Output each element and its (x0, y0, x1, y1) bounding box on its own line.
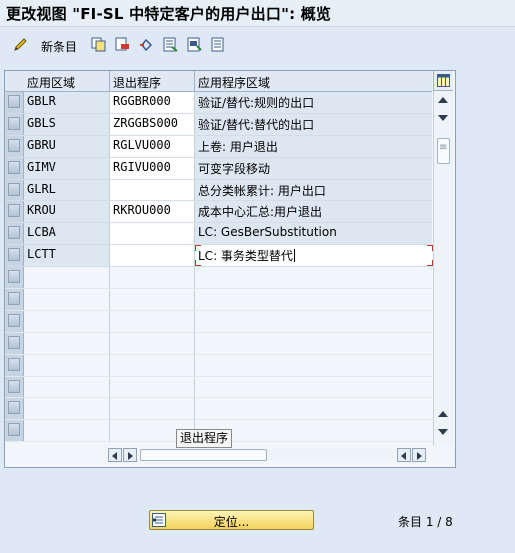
horizontal-scroll-thumb[interactable] (140, 449, 267, 461)
entry-count: 条目 1 / 8 (398, 515, 453, 529)
horizontal-scroll-track[interactable] (140, 449, 394, 461)
select-block-icon[interactable] (187, 37, 202, 52)
scroll-left-icon (112, 452, 117, 460)
exit-program-input[interactable] (110, 245, 195, 267)
row-selector-header[interactable] (5, 71, 25, 92)
title-bar: 更改视图 "FI-SL 中特定客户的用户出口": 概览 (0, 0, 515, 27)
column-header-application-area[interactable]: 应用区域 (24, 71, 110, 92)
table-row[interactable]: GBLS ZRGGBS000 验证/替代:替代的出口 (5, 113, 432, 136)
edit-display-toggle-icon[interactable] (13, 37, 28, 52)
table-control: 应用区域 退出程序 应用程序区域 GBLR RGGBR000 验证/替代:规则的… (4, 70, 456, 468)
horizontal-scrollbar[interactable] (108, 448, 426, 463)
empty-table-row[interactable] (5, 376, 432, 399)
text-cursor (293, 249, 295, 263)
application-area-cell: LCBA (24, 223, 110, 245)
empty-table-row[interactable] (5, 267, 432, 290)
scroll-up-icon[interactable] (438, 411, 448, 417)
row-selector[interactable] (5, 245, 24, 267)
exit-program-input[interactable]: RGLVU000 (110, 135, 195, 157)
table-row[interactable]: GBRU RGLVU000 上卷: 用户退出 (5, 135, 432, 158)
undo-icon[interactable] (139, 37, 154, 52)
description-cell-focused[interactable]: LC: 事务类型替代 (195, 245, 432, 267)
row-selector[interactable] (5, 201, 24, 223)
delete-icon[interactable] (115, 37, 130, 52)
row-selector[interactable] (5, 289, 24, 310)
application-area-cell: LCTT (24, 245, 110, 267)
table-row[interactable]: LCBA LC: GesBerSubstitution (5, 223, 432, 246)
table-row[interactable]: GIMV RGIVU000 可变字段移动 (5, 157, 432, 180)
vertical-scrollbar[interactable] (433, 91, 453, 445)
row-selector[interactable] (5, 223, 24, 245)
scroll-right-button[interactable] (123, 448, 137, 462)
description-cell: 总分类帐累计: 用户出口 (195, 179, 432, 201)
scroll-right-icon (417, 452, 422, 460)
vertical-scroll-thumb[interactable] (437, 138, 450, 164)
scroll-up-icon[interactable] (438, 97, 448, 103)
table-settings-icon (437, 74, 450, 87)
application-area-cell: GBLR (24, 92, 110, 113)
row-selector[interactable] (5, 354, 24, 376)
scroll-left-button[interactable] (108, 448, 122, 462)
row-selector[interactable] (5, 310, 24, 332)
empty-table-row[interactable] (5, 398, 432, 421)
focus-frame-corner (195, 260, 201, 267)
description-cell: 验证/替代:规则的出口 (195, 92, 432, 113)
exit-program-input[interactable]: RKROU000 (110, 201, 195, 223)
empty-table-row[interactable] (5, 332, 432, 355)
description-cell: LC: GesBerSubstitution (195, 223, 432, 245)
exit-program-input[interactable]: RGGBR000 (110, 92, 195, 113)
exit-program-input[interactable]: RGIVU000 (110, 157, 195, 179)
scroll-right-icon (128, 452, 133, 460)
table-settings-button[interactable] (433, 71, 453, 91)
row-selector[interactable] (5, 92, 24, 113)
empty-table-row[interactable] (5, 354, 432, 377)
row-selector[interactable] (5, 420, 24, 442)
description-cell: 验证/替代:替代的出口 (195, 113, 432, 135)
row-selector[interactable] (5, 267, 24, 289)
row-selector[interactable] (5, 179, 24, 201)
scroll-right-button[interactable] (412, 448, 426, 462)
scroll-left-icon (401, 452, 406, 460)
table-row[interactable]: GLRL 总分类帐累计: 用户出口 (5, 179, 432, 202)
exit-program-input[interactable] (110, 179, 195, 201)
application-area-cell: GBRU (24, 135, 110, 157)
column-tooltip: 退出程序 (176, 429, 233, 448)
row-selector[interactable] (5, 135, 24, 157)
row-selector[interactable] (5, 113, 24, 135)
scroll-left-button[interactable] (397, 448, 411, 462)
column-header-application-area-desc[interactable]: 应用程序区域 (195, 71, 432, 92)
position-button-label: 定位... (213, 515, 250, 529)
description-cell: 可变字段移动 (195, 157, 432, 179)
position-button[interactable]: 定位... (149, 510, 314, 530)
description-cell: 成本中心汇总:用户退出 (195, 201, 432, 223)
scroll-down-icon[interactable] (438, 115, 448, 121)
application-area-cell: GLRL (24, 179, 110, 201)
exit-program-input[interactable] (110, 223, 195, 245)
row-selector[interactable] (5, 376, 24, 398)
empty-table-row[interactable] (5, 310, 432, 333)
application-area-cell: GBLS (24, 113, 110, 135)
application-area-cell: KROU (24, 201, 110, 223)
row-selector[interactable] (5, 332, 24, 354)
window-title: 更改视图 "FI-SL 中特定客户的用户出口": 概览 (6, 5, 332, 23)
focus-frame-corner (195, 245, 201, 252)
deselect-all-icon[interactable] (211, 37, 226, 52)
exit-program-input[interactable]: ZRGGBS000 (110, 113, 195, 135)
description-cell: 上卷: 用户退出 (195, 135, 432, 157)
application-area-cell: GIMV (24, 157, 110, 179)
table-row-focused[interactable]: LCTT LC: 事务类型替代 (5, 245, 433, 268)
scroll-down-icon[interactable] (438, 429, 448, 435)
row-selector[interactable] (5, 398, 24, 420)
copy-icon[interactable] (91, 37, 106, 52)
table-row[interactable]: KROU RKROU000 成本中心汇总:用户退出 (5, 201, 432, 224)
application-toolbar: 新条目 (0, 27, 515, 61)
column-header-exit-program[interactable]: 退出程序 (110, 71, 195, 92)
row-selector[interactable] (5, 157, 24, 179)
empty-table-row[interactable] (5, 289, 432, 311)
table-row[interactable]: GBLR RGGBR000 验证/替代:规则的出口 (5, 92, 432, 114)
new-entries-button[interactable]: 新条目 (41, 38, 77, 55)
table-rows: GBLR RGGBR000 验证/替代:规则的出口 GBLS ZRGGBS000… (5, 92, 433, 443)
select-all-icon[interactable] (163, 37, 178, 52)
